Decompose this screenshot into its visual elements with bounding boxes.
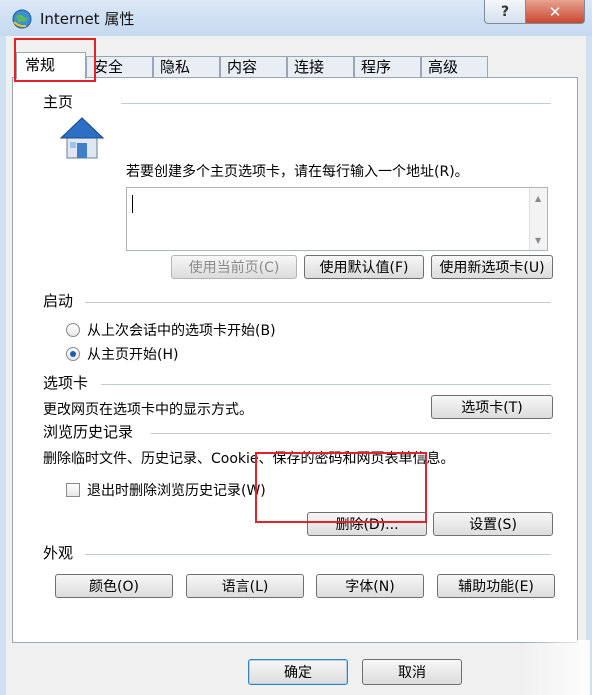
tab-programs[interactable]: 程序 [354,56,421,78]
globe-icon [12,9,32,29]
general-tab-panel: 主页 若要创建多个主页选项卡，请在每行输入一个地址(R)。 ▲ ▼ 使用当前页(… [12,77,578,643]
address-scrollbar[interactable]: ▲ ▼ [529,188,547,250]
appearance-separator [85,554,551,555]
scroll-up-icon[interactable]: ▲ [535,194,541,203]
use-default-button[interactable]: 使用默认值(F) [304,255,424,279]
home-group-title: 主页 [43,93,74,111]
tab-general[interactable]: 常规 [16,52,86,79]
history-group-title: 浏览历史记录 [43,423,134,441]
fonts-button[interactable]: 字体(N) [316,574,424,598]
tab-advanced[interactable]: 高级 [421,56,488,78]
home-description: 若要创建多个主页选项卡，请在每行输入一个地址(R)。 [126,164,469,180]
tabs-settings-button[interactable]: 选项卡(T) [431,395,553,419]
languages-button[interactable]: 语言(L) [186,574,304,598]
use-current-button[interactable]: 使用当前页(C) [171,255,297,279]
tabs-separator [101,384,551,385]
radio-home-page-label: 从主页开始(H) [87,347,179,363]
tab-bar: 常规 安全 隐私 内容 连接 程序 高级 [16,52,576,79]
startup-separator [85,302,551,303]
history-settings-button[interactable]: 设置(S) [433,512,553,536]
title-bar[interactable]: Internet 属性 ? ✕ [0,0,592,36]
house-icon [59,117,105,159]
delete-on-exit-checkbox[interactable] [66,483,80,497]
tab-security[interactable]: 安全 [86,56,153,78]
history-separator [151,433,551,434]
history-description: 删除临时文件、历史记录、Cookie、保存的密码和网页表单信息。 [43,451,455,467]
startup-group-title: 启动 [43,292,74,310]
colors-button[interactable]: 颜色(O) [55,574,173,598]
tab-connections[interactable]: 连接 [287,56,354,78]
tab-content[interactable]: 内容 [220,56,287,78]
tabs-group-title: 选项卡 [43,374,89,392]
ok-button[interactable]: 确定 [248,659,348,685]
scroll-down-icon[interactable]: ▼ [535,236,541,245]
cancel-button[interactable]: 取消 [362,659,462,685]
delete-history-button[interactable]: 删除(D)... [307,512,427,536]
watermark-fade [520,640,590,695]
tabs-description: 更改网页在选项卡中的显示方式。 [43,402,253,418]
text-caret [132,195,133,213]
home-address-input[interactable]: ▲ ▼ [126,187,548,251]
close-button[interactable]: ✕ [525,0,585,24]
radio-home-page[interactable] [66,347,80,361]
appearance-group-title: 外观 [43,544,74,562]
accessibility-button[interactable]: 辅助功能(E) [437,574,555,598]
window-title: Internet 属性 [40,10,135,28]
tab-privacy[interactable]: 隐私 [153,56,220,78]
radio-last-session-label: 从上次会话中的选项卡开始(B) [87,323,276,339]
dialog-body: 常规 安全 隐私 内容 连接 程序 高级 主页 若要创建多个主页选项卡，请在每行… [6,36,586,695]
help-button[interactable]: ? [484,0,526,24]
use-new-tab-button[interactable]: 使用新选项卡(U) [431,255,553,279]
radio-last-session[interactable] [66,323,80,337]
home-separator [121,103,551,104]
delete-on-exit-label: 退出时删除浏览历史记录(W) [87,483,266,499]
